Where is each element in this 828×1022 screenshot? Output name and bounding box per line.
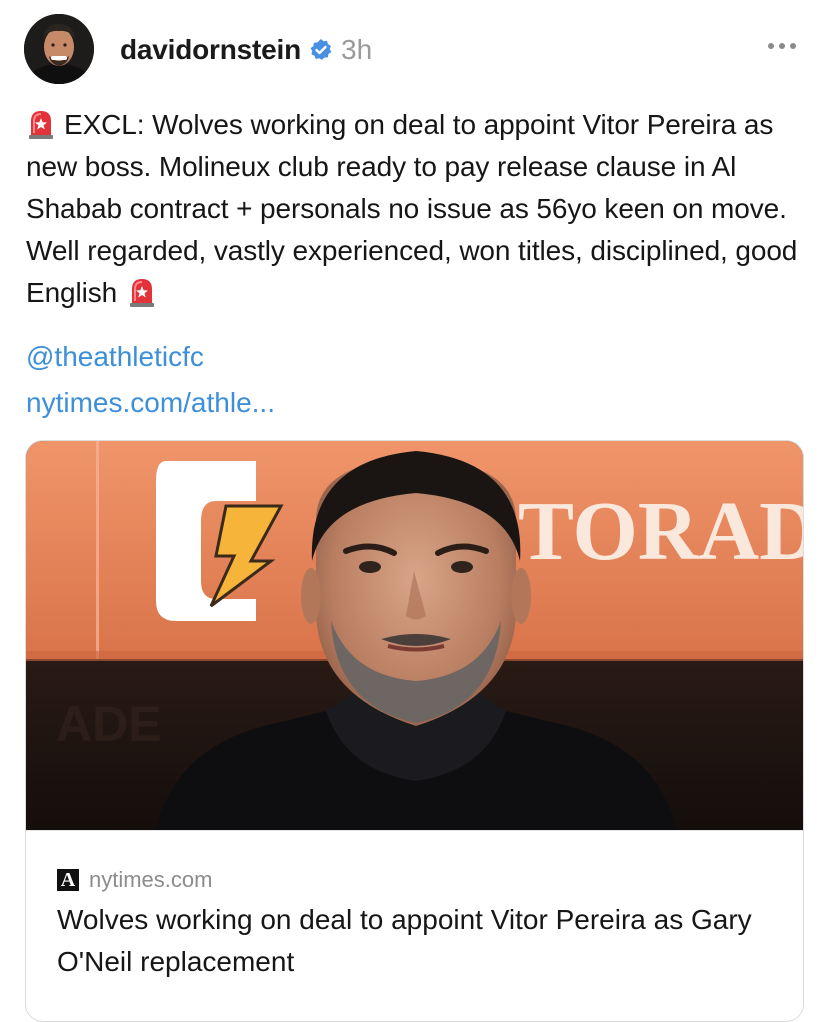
link-preview-card[interactable]: TORAD ADE A nytimes.com Wolves working o… — [25, 440, 804, 1022]
svg-text:ADE: ADE — [56, 696, 162, 752]
post-timestamp: 3h — [341, 34, 373, 65]
source-row: A nytimes.com — [57, 867, 212, 893]
more-options-icon[interactable] — [768, 40, 798, 52]
avatar[interactable] — [24, 14, 94, 84]
verified-badge-icon — [309, 38, 333, 62]
rotating-light-icon — [26, 108, 56, 140]
article-image: TORAD ADE — [26, 441, 803, 830]
url-link[interactable]: nytimes.com/athle... — [26, 380, 275, 426]
banner-text: TORAD — [518, 485, 803, 578]
post: davidornstein 3h EXCL: Wolves working on… — [0, 0, 828, 1022]
post-links: @theathleticfc nytimes.com/athle... — [26, 334, 275, 426]
author-username[interactable]: davidornstein — [120, 34, 301, 66]
link-preview-title: Wolves working on deal to appoint Vitor … — [57, 904, 752, 977]
post-header: davidornstein 3h — [120, 30, 372, 70]
post-body: EXCL: Wolves working on deal to appoint … — [26, 104, 802, 314]
mention-link[interactable]: @theathleticfc — [26, 334, 275, 380]
rotating-light-icon — [127, 276, 157, 308]
source-logo-icon: A — [57, 869, 79, 891]
source-domain: nytimes.com — [89, 867, 213, 892]
link-preview-footer: A nytimes.com Wolves working on deal to … — [26, 830, 803, 1021]
